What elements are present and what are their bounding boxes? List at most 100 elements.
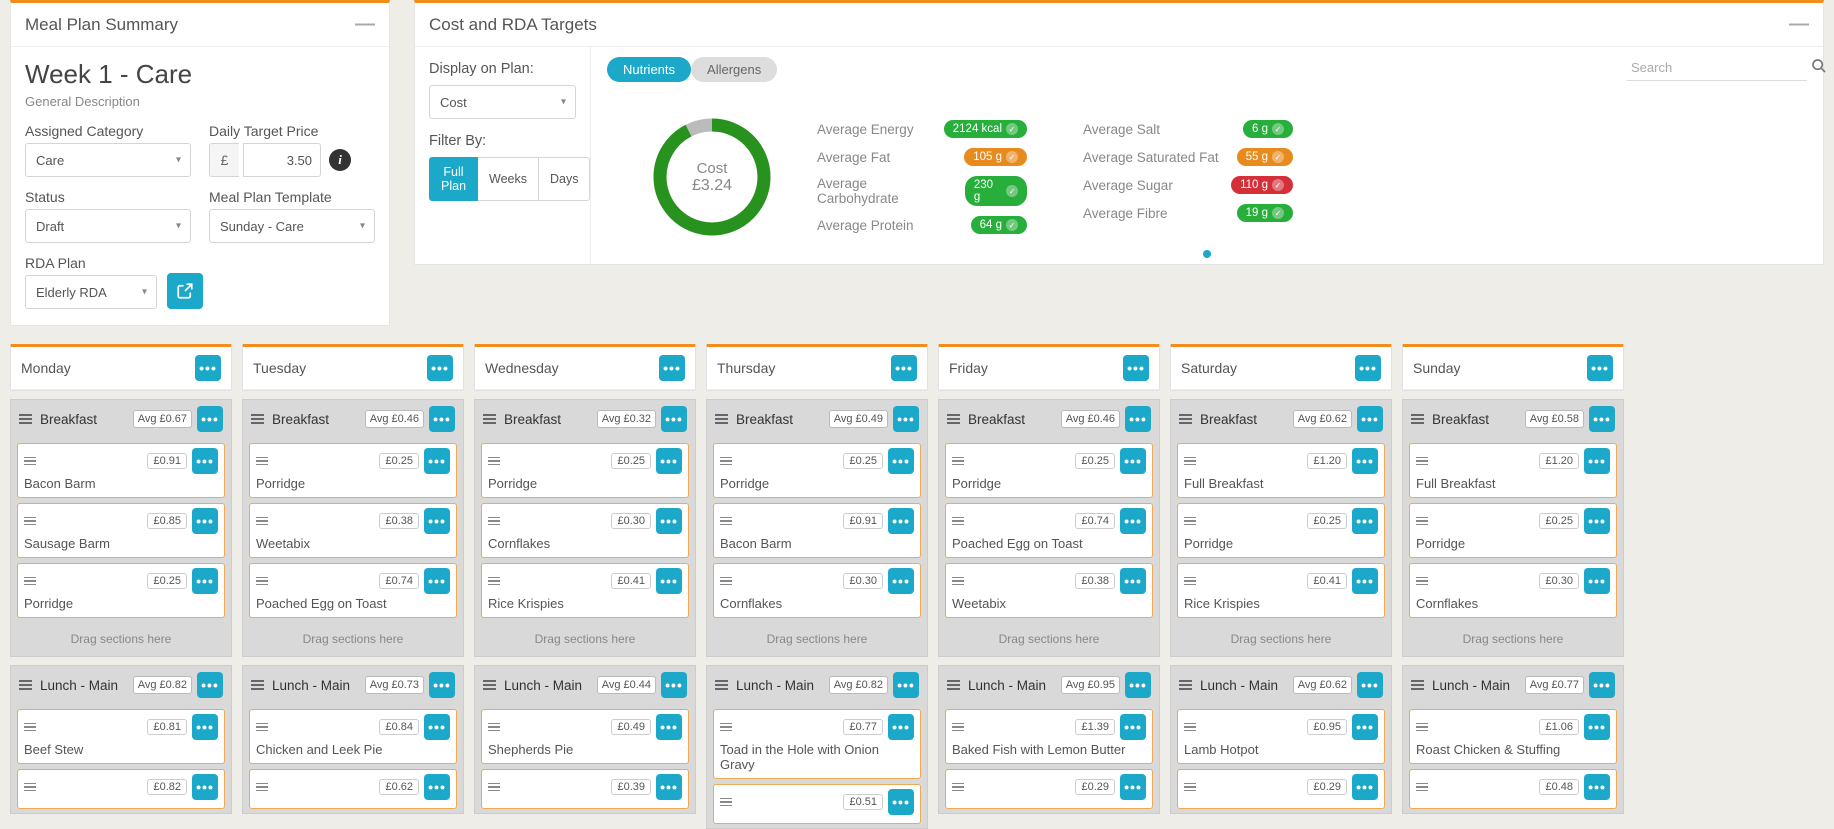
drop-zone[interactable]: Drag sections here xyxy=(11,622,231,656)
more-button[interactable]: ••• xyxy=(197,672,223,698)
recipe-card[interactable]: £0.29••• xyxy=(1177,769,1385,809)
recipe-card[interactable]: £0.74•••Poached Egg on Toast xyxy=(945,503,1153,558)
recipe-card[interactable]: £0.30•••Cornflakes xyxy=(1409,563,1617,618)
recipe-card[interactable]: £0.25•••Porridge xyxy=(249,443,457,498)
drag-handle-icon[interactable] xyxy=(1184,783,1196,792)
drag-handle-icon[interactable] xyxy=(488,517,500,526)
more-button[interactable]: ••• xyxy=(1120,448,1146,474)
drag-handle-icon[interactable] xyxy=(952,577,964,586)
more-button[interactable]: ••• xyxy=(656,774,682,800)
search-input[interactable] xyxy=(1627,55,1811,80)
drag-handle-icon[interactable] xyxy=(24,457,36,466)
drag-handle-icon[interactable] xyxy=(1184,723,1196,732)
collapse-icon[interactable]: — xyxy=(1789,13,1809,36)
recipe-card[interactable]: £0.91•••Bacon Barm xyxy=(713,503,921,558)
recipe-card[interactable]: £0.62••• xyxy=(249,769,457,809)
drag-handle-icon[interactable] xyxy=(1184,457,1196,466)
more-button[interactable]: ••• xyxy=(1357,406,1383,432)
drag-handle-icon[interactable] xyxy=(256,783,268,792)
drag-handle-icon[interactable] xyxy=(1184,577,1196,586)
drag-handle-icon[interactable] xyxy=(952,783,964,792)
more-button[interactable]: ••• xyxy=(1352,508,1378,534)
more-button[interactable]: ••• xyxy=(659,355,685,381)
recipe-card[interactable]: £0.29••• xyxy=(945,769,1153,809)
recipe-card[interactable]: £0.85•••Sausage Barm xyxy=(17,503,225,558)
more-button[interactable]: ••• xyxy=(429,672,455,698)
more-button[interactable]: ••• xyxy=(1352,714,1378,740)
recipe-card[interactable]: £0.74•••Poached Egg on Toast xyxy=(249,563,457,618)
collapse-icon[interactable]: — xyxy=(355,13,375,36)
drag-handle-icon[interactable] xyxy=(1416,517,1428,526)
drag-handle-icon[interactable] xyxy=(1416,723,1428,732)
more-button[interactable]: ••• xyxy=(195,355,221,381)
drop-zone[interactable]: Drag sections here xyxy=(1171,622,1391,656)
drag-handle-icon[interactable] xyxy=(1179,414,1192,424)
recipe-card[interactable]: £1.20•••Full Breakfast xyxy=(1409,443,1617,498)
drag-handle-icon[interactable] xyxy=(1416,577,1428,586)
more-button[interactable]: ••• xyxy=(661,672,687,698)
recipe-card[interactable]: £0.39••• xyxy=(481,769,689,809)
drag-handle-icon[interactable] xyxy=(715,680,728,690)
drag-handle-icon[interactable] xyxy=(24,723,36,732)
drag-handle-icon[interactable] xyxy=(952,723,964,732)
more-button[interactable]: ••• xyxy=(1584,448,1610,474)
drag-handle-icon[interactable] xyxy=(952,517,964,526)
more-button[interactable]: ••• xyxy=(1584,508,1610,534)
category-select[interactable] xyxy=(25,143,191,177)
more-button[interactable]: ••• xyxy=(424,774,450,800)
recipe-card[interactable]: £0.77•••Toad in the Hole with Onion Grav… xyxy=(713,709,921,779)
drag-handle-icon[interactable] xyxy=(256,577,268,586)
more-button[interactable]: ••• xyxy=(1357,672,1383,698)
tab-allergens[interactable]: Allergens xyxy=(691,57,777,82)
drag-handle-icon[interactable] xyxy=(19,414,32,424)
info-icon[interactable]: i xyxy=(329,149,351,171)
more-button[interactable]: ••• xyxy=(424,714,450,740)
drag-handle-icon[interactable] xyxy=(947,414,960,424)
drag-handle-icon[interactable] xyxy=(488,577,500,586)
drag-handle-icon[interactable] xyxy=(1184,517,1196,526)
more-button[interactable]: ••• xyxy=(1589,406,1615,432)
more-button[interactable]: ••• xyxy=(197,406,223,432)
drag-handle-icon[interactable] xyxy=(715,414,728,424)
drag-handle-icon[interactable] xyxy=(24,577,36,586)
more-button[interactable]: ••• xyxy=(1352,448,1378,474)
more-button[interactable]: ••• xyxy=(192,568,218,594)
recipe-card[interactable]: £1.06•••Roast Chicken & Stuffing xyxy=(1409,709,1617,764)
recipe-card[interactable]: £0.25•••Porridge xyxy=(481,443,689,498)
more-button[interactable]: ••• xyxy=(427,355,453,381)
more-button[interactable]: ••• xyxy=(888,508,914,534)
more-button[interactable]: ••• xyxy=(656,568,682,594)
more-button[interactable]: ••• xyxy=(661,406,687,432)
more-button[interactable]: ••• xyxy=(1589,672,1615,698)
drag-handle-icon[interactable] xyxy=(483,414,496,424)
drag-handle-icon[interactable] xyxy=(1416,457,1428,466)
drag-handle-icon[interactable] xyxy=(720,798,732,807)
drag-handle-icon[interactable] xyxy=(720,577,732,586)
more-button[interactable]: ••• xyxy=(424,568,450,594)
drag-handle-icon[interactable] xyxy=(720,457,732,466)
template-select[interactable] xyxy=(209,209,375,243)
more-button[interactable]: ••• xyxy=(1120,714,1146,740)
drag-handle-icon[interactable] xyxy=(256,517,268,526)
open-rda-button[interactable] xyxy=(167,273,203,309)
tab-nutrients[interactable]: Nutrients xyxy=(607,57,691,82)
more-button[interactable]: ••• xyxy=(656,508,682,534)
more-button[interactable]: ••• xyxy=(192,508,218,534)
recipe-card[interactable]: £0.41•••Rice Krispies xyxy=(1177,563,1385,618)
more-button[interactable]: ••• xyxy=(1125,672,1151,698)
more-button[interactable]: ••• xyxy=(1123,355,1149,381)
more-button[interactable]: ••• xyxy=(424,508,450,534)
drag-handle-icon[interactable] xyxy=(1179,680,1192,690)
more-button[interactable]: ••• xyxy=(1587,355,1613,381)
carousel-dot[interactable] xyxy=(1203,250,1211,258)
recipe-card[interactable]: £0.25•••Porridge xyxy=(713,443,921,498)
more-button[interactable]: ••• xyxy=(888,714,914,740)
more-button[interactable]: ••• xyxy=(1120,568,1146,594)
more-button[interactable]: ••• xyxy=(429,406,455,432)
recipe-card[interactable]: £0.82••• xyxy=(17,769,225,809)
drag-handle-icon[interactable] xyxy=(19,680,32,690)
more-button[interactable]: ••• xyxy=(1584,774,1610,800)
recipe-card[interactable]: £0.25•••Porridge xyxy=(1177,503,1385,558)
more-button[interactable]: ••• xyxy=(1352,774,1378,800)
more-button[interactable]: ••• xyxy=(888,448,914,474)
